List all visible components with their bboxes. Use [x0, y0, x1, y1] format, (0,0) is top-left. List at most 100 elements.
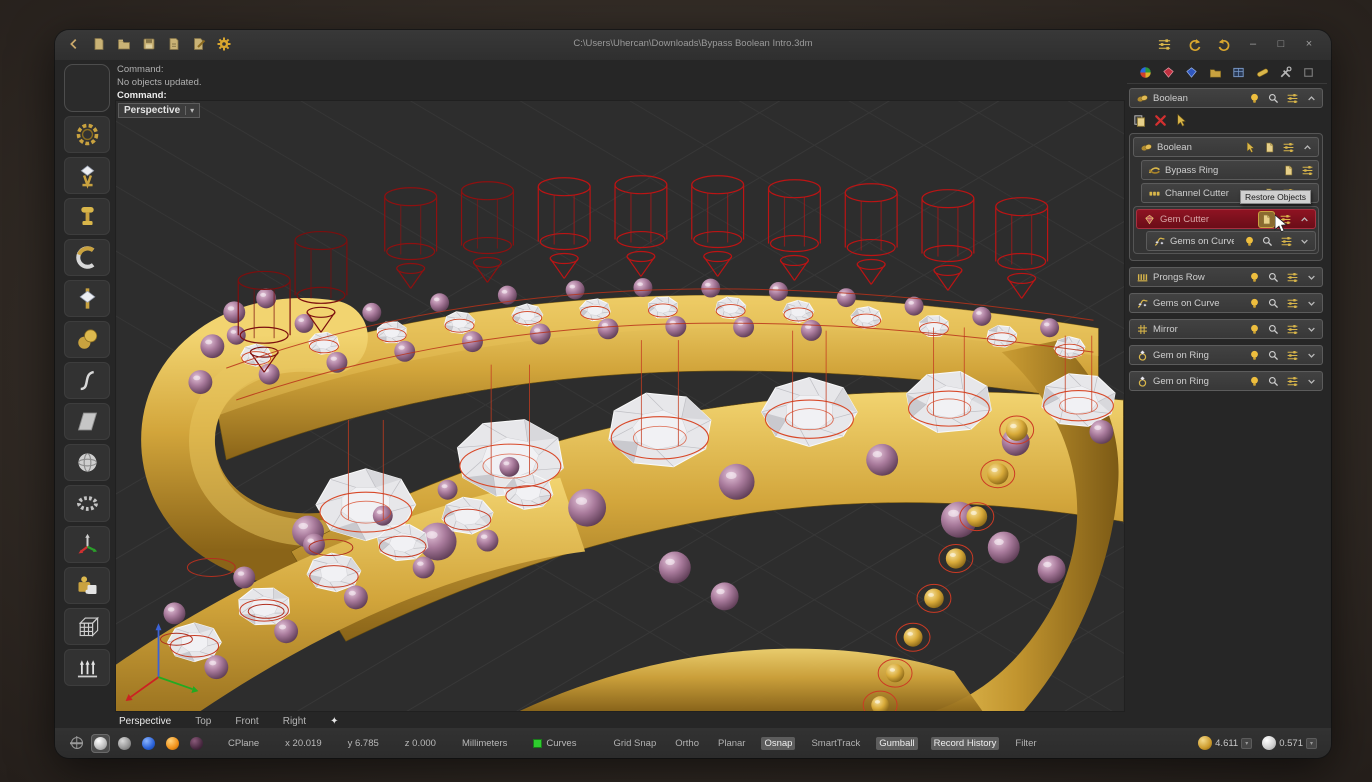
chevron-down-icon[interactable]	[1304, 322, 1319, 337]
toggle-record-history[interactable]: Record History	[931, 737, 1000, 750]
undo-icon[interactable]	[1185, 35, 1203, 53]
sliders-icon[interactable]	[1279, 234, 1293, 249]
tree-row-prongs-row[interactable]: Prongs Row	[1129, 267, 1323, 287]
viewport-title-tab[interactable]: Perspective ▾	[118, 103, 200, 118]
search-icon[interactable]	[1266, 296, 1281, 311]
tool-extrude-arrows-button[interactable]	[64, 649, 110, 686]
minimize-button[interactable]: –	[1245, 38, 1261, 50]
weight-gold-ring[interactable]: 4.611▾	[1198, 736, 1252, 750]
panel-tab-gem-blue-icon[interactable]	[1184, 65, 1200, 81]
layer-chip[interactable]: Curves	[533, 738, 576, 749]
file-icon[interactable]	[1281, 163, 1296, 178]
toggle-filter[interactable]: Filter	[1012, 737, 1039, 750]
sliders-icon[interactable]	[1285, 270, 1300, 285]
tool-solitaire-ring-button[interactable]	[64, 157, 110, 194]
panel-tab-gem-red-icon[interactable]	[1160, 65, 1176, 81]
new-document-icon[interactable]	[90, 35, 108, 53]
search-icon[interactable]	[1266, 270, 1281, 285]
search-icon[interactable]	[1266, 348, 1281, 363]
blue-ball-icon[interactable]	[139, 734, 158, 753]
viewport-dropdown-icon[interactable]: ▾	[185, 106, 194, 115]
panel-sliders-icon[interactable]	[1155, 35, 1173, 53]
document-icon[interactable]	[165, 35, 183, 53]
tool-eternity-ring-button[interactable]	[64, 116, 110, 153]
file-icon[interactable]	[1259, 212, 1274, 227]
pick-icon[interactable]	[1243, 140, 1258, 155]
view-tab-perspective[interactable]: Perspective	[119, 716, 171, 727]
open-folder-icon[interactable]	[115, 35, 133, 53]
tree-row-gem-on-ring[interactable]: Gem on Ring	[1129, 371, 1323, 391]
tool-lattice-cube-button[interactable]	[64, 608, 110, 645]
weight-white-sphere[interactable]: 0.571▾	[1262, 736, 1317, 750]
panel-tab-folder-icon[interactable]	[1207, 65, 1223, 81]
panel-tab-display-sphere-icon[interactable]	[1137, 65, 1153, 81]
command-history[interactable]: Command: No objects updated. Command:	[117, 63, 202, 102]
sliders-icon[interactable]	[1300, 163, 1315, 178]
back-chevron-icon[interactable]	[65, 35, 83, 53]
gear-icon[interactable]	[215, 35, 233, 53]
chevron-down-icon[interactable]	[1304, 296, 1319, 311]
view-tab-right[interactable]: Right	[283, 716, 306, 727]
toggle-osnap[interactable]: Osnap	[761, 737, 795, 750]
tree-row-gems-on-curve[interactable]: Gems on Curve	[1146, 231, 1316, 251]
empty-toolbar-slot[interactable]	[64, 64, 110, 112]
tree-row-gems-on-curve[interactable]: Gems on Curve	[1129, 293, 1323, 313]
tree-row-mirror[interactable]: Mirror	[1129, 319, 1323, 339]
panel-tab-more-icon[interactable]	[1301, 65, 1317, 81]
delete-icon[interactable]	[1152, 112, 1168, 128]
tool-prong-ring-button[interactable]	[64, 485, 110, 522]
maximize-button[interactable]: □	[1273, 38, 1289, 50]
search-icon[interactable]	[1266, 91, 1281, 106]
cplane-button[interactable]: CPlane	[228, 738, 259, 749]
white-ball-icon[interactable]	[91, 734, 110, 753]
add-view-tab[interactable]: ✦	[330, 716, 338, 727]
tree-row-boolean[interactable]: Boolean	[1129, 88, 1323, 108]
tree-row-bypass-ring[interactable]: Bypass Ring	[1141, 160, 1319, 180]
gray-ball-icon[interactable]	[115, 734, 134, 753]
sliders-icon[interactable]	[1285, 296, 1300, 311]
bulb-icon[interactable]	[1247, 296, 1262, 311]
chevron-up-icon[interactable]	[1304, 91, 1319, 106]
redo-icon[interactable]	[1215, 35, 1233, 53]
toggle-ortho[interactable]: Ortho	[672, 737, 702, 750]
tool-bypass-circles-button[interactable]	[64, 321, 110, 358]
units-label[interactable]: Millimeters	[462, 738, 507, 749]
toggle-gumball[interactable]: Gumball	[876, 737, 917, 750]
weight-dropdown-icon[interactable]: ▾	[1306, 738, 1317, 749]
document-edit-icon[interactable]	[190, 35, 208, 53]
tool-signet-ring-button[interactable]	[64, 198, 110, 235]
weight-dropdown-icon[interactable]: ▾	[1241, 738, 1252, 749]
tool-move-axes-button[interactable]	[64, 526, 110, 563]
tool-surface-button[interactable]	[64, 403, 110, 440]
sliders-icon[interactable]	[1281, 140, 1296, 155]
bulb-icon[interactable]	[1247, 91, 1262, 106]
bulb-icon[interactable]	[1247, 270, 1262, 285]
chevron-down-icon[interactable]	[1304, 374, 1319, 389]
bulb-icon[interactable]	[1247, 322, 1262, 337]
chevron-down-icon[interactable]	[1298, 234, 1312, 249]
chevron-up-icon[interactable]	[1297, 212, 1312, 227]
close-button[interactable]: ×	[1301, 38, 1317, 50]
viewport[interactable]: Perspective ▾	[115, 100, 1125, 712]
chevron-up-icon[interactable]	[1300, 140, 1315, 155]
sliders-icon[interactable]	[1285, 348, 1300, 363]
toggle-planar[interactable]: Planar	[715, 737, 748, 750]
panel-tab-shank-icon[interactable]	[1254, 65, 1270, 81]
chevron-down-icon[interactable]	[1304, 270, 1319, 285]
tool-shank-arc-button[interactable]	[64, 239, 110, 276]
tool-gem-band-button[interactable]	[64, 280, 110, 317]
copy-icon[interactable]	[1131, 112, 1147, 128]
sliders-icon[interactable]	[1285, 91, 1300, 106]
tree-row-boolean[interactable]: Boolean	[1133, 137, 1319, 157]
sliders-icon[interactable]	[1285, 374, 1300, 389]
tool-boolean-puzzle-button[interactable]	[64, 567, 110, 604]
toggle-smarttrack[interactable]: SmartTrack	[808, 737, 863, 750]
tool-curve-button[interactable]	[64, 362, 110, 399]
file-icon[interactable]	[1262, 140, 1277, 155]
panel-tab-grid-panel-icon[interactable]	[1231, 65, 1247, 81]
chevron-down-icon[interactable]	[1304, 348, 1319, 363]
search-icon[interactable]	[1266, 374, 1281, 389]
crosshair-ball-icon[interactable]	[67, 734, 86, 753]
bulb-icon[interactable]	[1247, 374, 1262, 389]
tool-sphere-button[interactable]	[64, 444, 110, 481]
